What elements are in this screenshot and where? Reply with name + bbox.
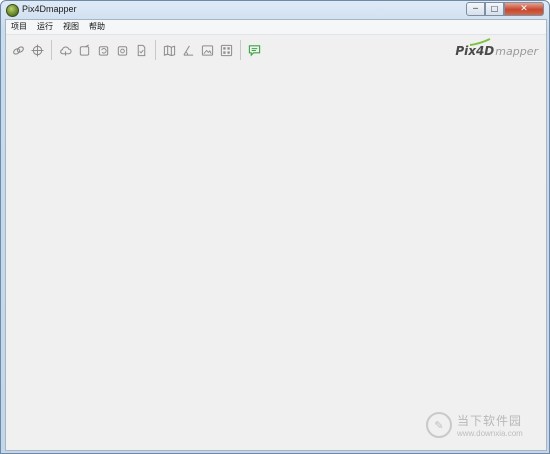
app-window: Pix4Dmapper ─ □ ✕ 项目 运行 视图 帮助 Pix4D mapp… [0, 0, 550, 454]
grid-icon [220, 44, 233, 56]
image-icon [201, 44, 214, 56]
square-icon [79, 43, 90, 56]
app-icon[interactable] [6, 4, 19, 17]
logo-brand: Pix4D [455, 44, 495, 58]
crosshair-icon [31, 43, 44, 57]
crosshair-button[interactable] [30, 42, 46, 58]
menu-bar: 项目 运行 视图 帮助 [6, 20, 546, 35]
client-area: 项目 运行 视图 帮助 Pix4D mapper ✎ 当下软件园 www.dow… [5, 19, 547, 451]
logo-suffix: mapper [495, 45, 538, 58]
maximize-button[interactable]: □ [485, 2, 504, 16]
toolbar-separator [51, 40, 52, 60]
watermark: ✎ 当下软件园 www.downxia.com [426, 410, 536, 442]
menu-project[interactable]: 项目 [6, 20, 32, 34]
gear-box-icon [117, 45, 128, 56]
cloud-button[interactable] [58, 42, 74, 58]
image-button[interactable] [200, 42, 216, 58]
watermark-url: www.downxia.com [457, 429, 523, 438]
map-button[interactable] [162, 42, 178, 58]
report-button[interactable] [134, 42, 150, 58]
menu-help[interactable]: 帮助 [84, 20, 110, 34]
menu-view[interactable]: 视图 [58, 20, 84, 34]
comment-icon [248, 44, 261, 56]
step2-button[interactable] [96, 42, 112, 58]
grid-button[interactable] [219, 42, 235, 58]
watermark-logo-icon: ✎ [426, 412, 452, 438]
map-icon [163, 44, 176, 56]
title-bar[interactable]: Pix4Dmapper ─ □ ✕ [1, 1, 549, 19]
logo-swoosh-icon [470, 38, 491, 46]
feedback-button[interactable] [247, 42, 263, 58]
window-title: Pix4Dmapper [22, 4, 77, 14]
watermark-title: 当下软件园 [457, 414, 523, 428]
menu-run[interactable]: 运行 [32, 20, 58, 34]
close-button[interactable]: ✕ [504, 2, 544, 16]
cloud-icon [60, 46, 72, 56]
link-icon [13, 45, 24, 55]
step3-button[interactable] [115, 42, 131, 58]
toolbar-separator [155, 40, 156, 60]
minimize-button[interactable]: ─ [466, 2, 485, 16]
measure-button[interactable] [181, 42, 197, 58]
pix4d-logo: Pix4D mapper [455, 38, 538, 58]
window-controls: ─ □ ✕ [466, 2, 544, 16]
toolbar-separator [240, 40, 241, 60]
square-refresh-icon [98, 45, 109, 56]
link-button[interactable] [11, 42, 27, 58]
file-check-icon [137, 44, 146, 56]
angle-icon [183, 45, 194, 56]
step1-button[interactable] [77, 42, 93, 58]
